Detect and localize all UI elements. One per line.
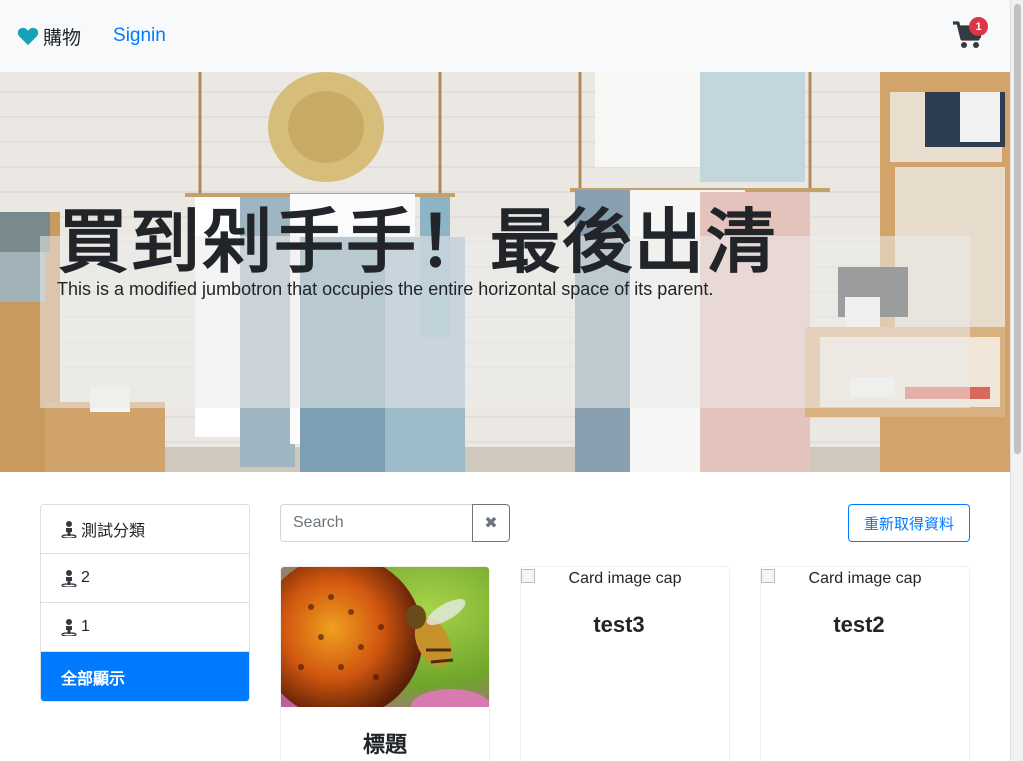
category-label: 2 xyxy=(81,569,90,586)
category-item-show-all[interactable]: 全部顯示 xyxy=(41,652,249,701)
category-list: 測試分類 2 1 全部顯示 xyxy=(40,504,250,702)
card-image xyxy=(281,567,489,707)
product-card[interactable]: Card image cap test2 xyxy=(760,566,970,761)
category-item[interactable]: 測試分類 xyxy=(41,505,249,554)
category-label: 全部顯示 xyxy=(61,670,126,688)
heart-icon xyxy=(17,27,39,46)
card-image-broken: Card image cap xyxy=(761,567,969,591)
person-icon xyxy=(61,521,77,538)
broken-image-icon xyxy=(521,569,535,583)
hero-title: 買到剁手手！最後出清 xyxy=(58,201,778,283)
product-card[interactable]: Card image cap test3 xyxy=(520,566,730,761)
page-scrollbar[interactable] xyxy=(1010,0,1023,761)
card-title: test2 xyxy=(833,612,885,637)
card-image-alt: Card image cap xyxy=(808,570,922,587)
scrollbar-thumb[interactable] xyxy=(1014,4,1021,454)
search-input[interactable] xyxy=(280,504,473,542)
category-item[interactable]: 1 xyxy=(41,603,249,652)
brand-label: 購物 xyxy=(43,27,82,49)
broken-image-icon xyxy=(761,569,775,583)
person-icon xyxy=(61,619,77,636)
card-image-broken: Card image cap xyxy=(521,567,729,591)
card-title: 標題 xyxy=(362,732,407,757)
signin-link[interactable]: Signin xyxy=(113,25,166,47)
card-image-alt: Card image cap xyxy=(568,570,682,587)
close-icon: ✖ xyxy=(484,515,498,532)
product-card[interactable]: 標題 xyxy=(280,566,490,761)
person-icon xyxy=(61,570,77,587)
card-title: test3 xyxy=(593,612,645,637)
category-label: 1 xyxy=(81,618,90,635)
hero-subtitle: This is a modified jumbotron that occupi… xyxy=(57,279,714,299)
clear-search-button[interactable]: ✖ xyxy=(472,504,510,542)
refresh-data-button[interactable]: 重新取得資料 xyxy=(848,504,970,542)
cart-count-badge: 1 xyxy=(969,17,988,36)
category-label: 測試分類 xyxy=(81,523,146,540)
search-group: ✖ xyxy=(280,504,510,542)
brand-link[interactable]: 購物 xyxy=(17,23,81,50)
bee-on-flower-photo xyxy=(281,567,489,707)
cart-button[interactable]: 1 xyxy=(952,17,988,54)
navbar: 購物 Signin 1 xyxy=(0,0,1010,72)
category-item[interactable]: 2 xyxy=(41,554,249,603)
